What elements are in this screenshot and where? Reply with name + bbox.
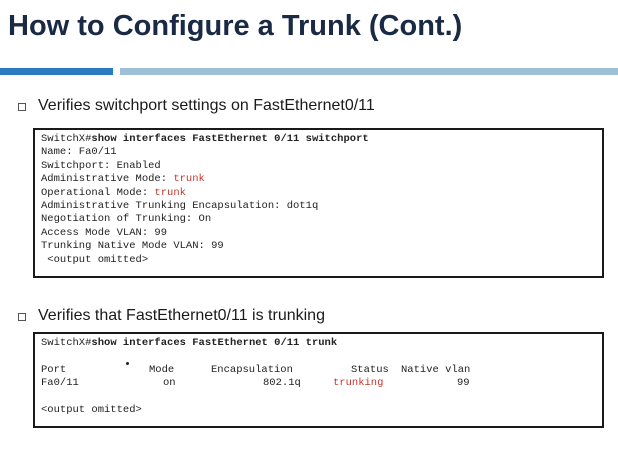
output-label: Access Mode VLAN: 99 bbox=[41, 226, 168, 239]
cell-status: trunking bbox=[333, 377, 384, 390]
prompt: SwitchX# bbox=[41, 337, 92, 349]
output-label: Name: Fa0/11 bbox=[41, 146, 117, 159]
title-divider-bar bbox=[120, 68, 618, 75]
bullet-text: Verifies that FastEthernet0/11 is trunki… bbox=[38, 307, 325, 324]
output-label: Trunking Native Mode VLAN: 99 bbox=[41, 240, 224, 253]
output-line: Negotiation of Trunking: On bbox=[41, 213, 596, 226]
slide-title: How to Configure a Trunk (Cont.) bbox=[8, 10, 463, 42]
output-line: Operational Mode: trunk bbox=[41, 187, 596, 200]
output-line: Access Mode VLAN: 99 bbox=[41, 227, 596, 240]
output-label: <output omitted> bbox=[41, 253, 149, 266]
output-omitted: <output omitted> bbox=[41, 403, 142, 416]
column-header-mode: Mode bbox=[149, 363, 175, 376]
stray-dot bbox=[126, 362, 129, 365]
output-label: Administrative Mode: bbox=[41, 173, 174, 186]
column-header-native-vlan: Native vlan bbox=[401, 363, 471, 376]
output-label: Operational Mode: bbox=[41, 186, 155, 199]
column-header-status: Status bbox=[351, 363, 389, 376]
output-line: Switchport: Enabled bbox=[41, 160, 596, 173]
output-label: Switchport: Enabled bbox=[41, 159, 161, 172]
column-header-port: Port bbox=[41, 363, 67, 376]
prompt: SwitchX# bbox=[41, 133, 92, 145]
title-divider-accent bbox=[0, 68, 113, 75]
command: show interfaces FastEthernet 0/11 switch… bbox=[91, 133, 369, 145]
command: show interfaces FastEthernet 0/11 trunk bbox=[91, 337, 338, 349]
column-header-encapsulation: Encapsulation bbox=[211, 363, 293, 376]
output-line: Administrative Trunking Encapsulation: d… bbox=[41, 200, 596, 213]
table-header-row: Port Mode Encapsulation Status Native vl… bbox=[41, 364, 596, 377]
terminal-output-switchport: SwitchX#show interfaces FastEthernet 0/1… bbox=[33, 128, 604, 278]
output-line: <output omitted> bbox=[41, 254, 596, 267]
output-line: Name: Fa0/11 bbox=[41, 146, 596, 159]
bullet-item-trunking: Verifies that FastEthernet0/11 is trunki… bbox=[18, 307, 325, 325]
bullet-text: Verifies switchport settings on FastEthe… bbox=[38, 97, 375, 114]
table-row: Fa0/11 on 802.1q trunking 99 bbox=[41, 377, 596, 390]
square-bullet-icon bbox=[18, 313, 26, 321]
command-line: SwitchX#show interfaces FastEthernet 0/1… bbox=[41, 337, 596, 350]
cell-encapsulation: 802.1q bbox=[263, 377, 301, 390]
command-line: SwitchX#show interfaces FastEthernet 0/1… bbox=[41, 133, 596, 146]
cell-mode: on bbox=[163, 377, 176, 390]
cell-port: Fa0/11 bbox=[41, 377, 79, 390]
output-line: Administrative Mode: trunk bbox=[41, 173, 596, 186]
bullet-item-switchport: Verifies switchport settings on FastEthe… bbox=[18, 97, 375, 115]
cell-native-vlan: 99 bbox=[457, 377, 470, 390]
output-label: Negotiation of Trunking: On bbox=[41, 213, 212, 226]
terminal-output-trunk: SwitchX#show interfaces FastEthernet 0/1… bbox=[33, 332, 604, 428]
square-bullet-icon bbox=[18, 103, 26, 111]
output-line: Trunking Native Mode VLAN: 99 bbox=[41, 240, 596, 253]
output-label: Administrative Trunking Encapsulation: d… bbox=[41, 199, 319, 212]
output-value: trunk bbox=[173, 173, 205, 186]
output-value: trunk bbox=[154, 186, 186, 199]
